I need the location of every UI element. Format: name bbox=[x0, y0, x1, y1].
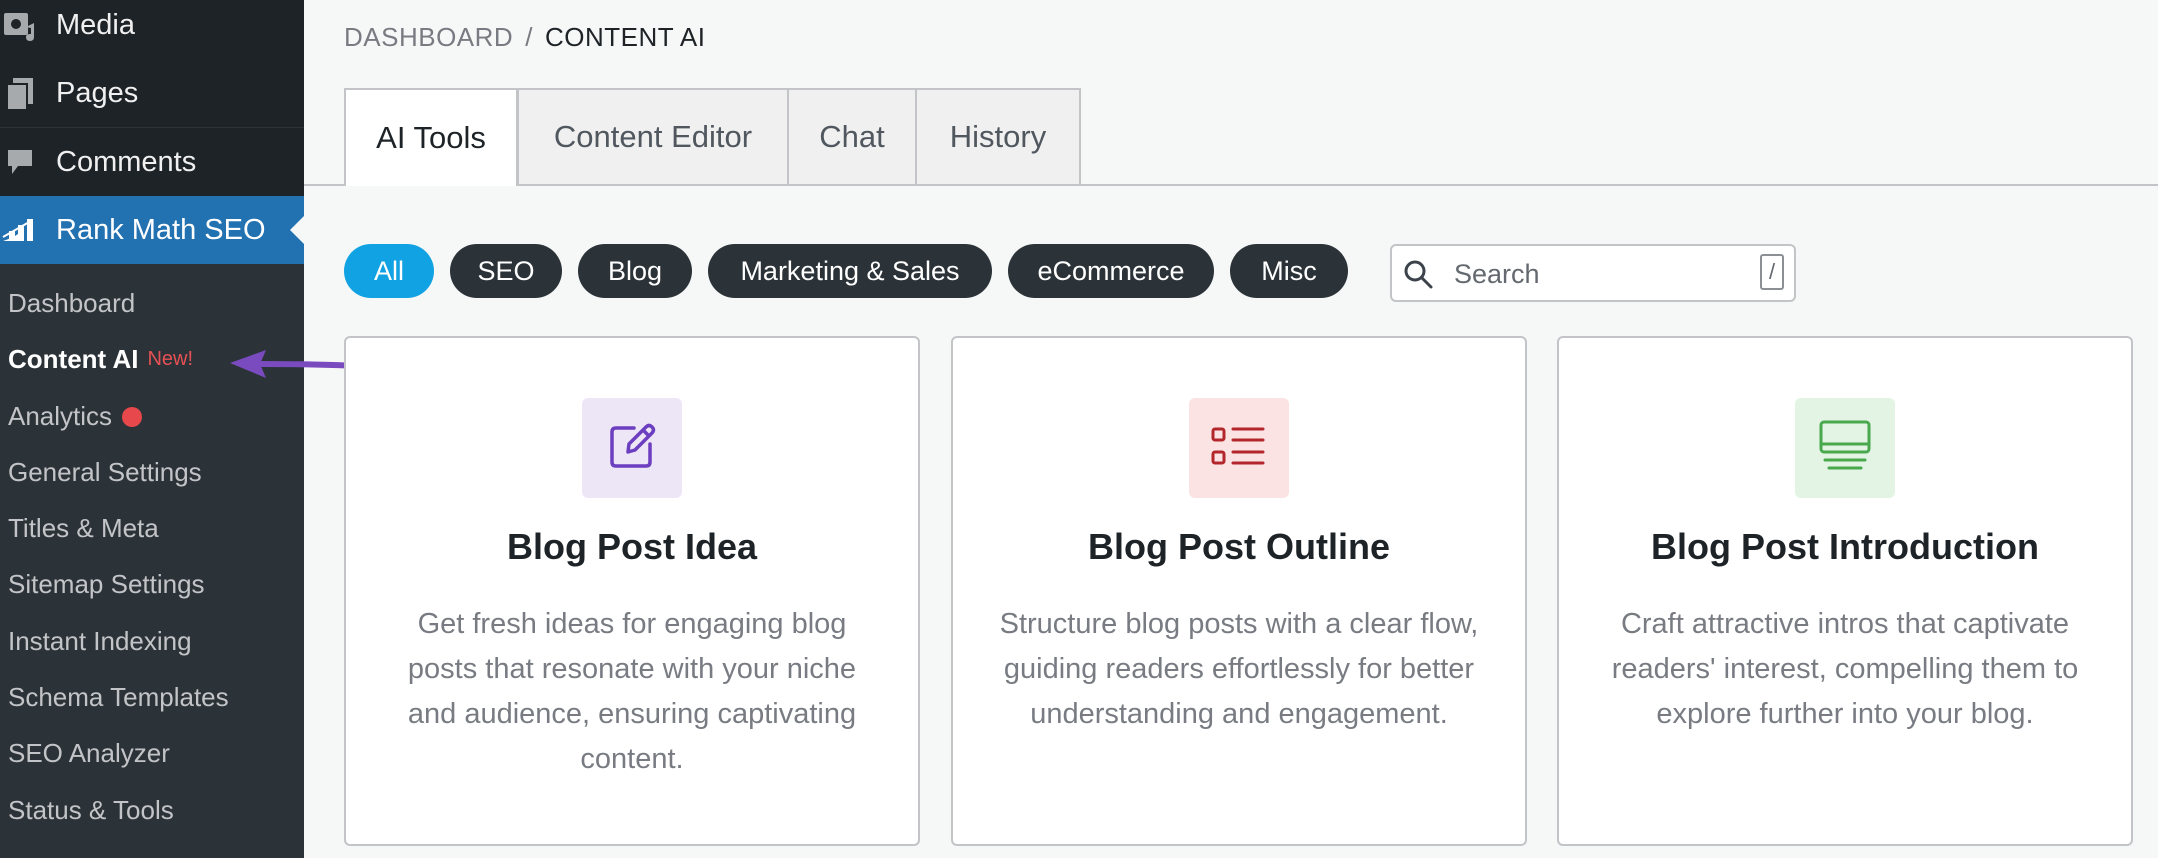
tab-ai-tools[interactable]: AI Tools bbox=[344, 88, 518, 186]
menu-item-rank-math-seo[interactable]: Rank Math SEO bbox=[0, 196, 304, 264]
tool-card-blog-post-outline[interactable]: Blog Post Outline Structure blog posts w… bbox=[951, 336, 1527, 846]
menu-item-media[interactable]: Media bbox=[0, 0, 304, 59]
submenu-label: General Settings bbox=[8, 457, 202, 487]
submenu-label: Instant Indexing bbox=[8, 626, 192, 656]
filter-misc[interactable]: Misc bbox=[1230, 244, 1348, 298]
filter-label: eCommerce bbox=[1037, 255, 1185, 286]
filter-label: Misc bbox=[1261, 255, 1317, 286]
submenu-item-status-tools[interactable]: Status & Tools bbox=[8, 795, 174, 826]
tab-content-editor[interactable]: Content Editor bbox=[517, 88, 789, 184]
search-input[interactable] bbox=[1452, 254, 1736, 294]
filter-label: SEO bbox=[477, 255, 535, 286]
filter-marketing-sales[interactable]: Marketing & Sales bbox=[708, 244, 992, 298]
new-badge: New! bbox=[147, 348, 194, 370]
submenu-label: Status & Tools bbox=[8, 795, 174, 825]
submenu-item-titles-meta[interactable]: Titles & Meta bbox=[8, 513, 159, 544]
search-shortcut-key: / bbox=[1760, 254, 1784, 290]
menu-label-comments: Comments bbox=[56, 145, 197, 178]
submenu-label: SEO Analyzer bbox=[8, 738, 170, 768]
breadcrumb: DASHBOARD / CONTENT AI bbox=[344, 22, 705, 53]
tab-label: AI Tools bbox=[376, 120, 486, 155]
card-title: Blog Post Idea bbox=[506, 526, 758, 567]
filter-ecommerce[interactable]: eCommerce bbox=[1008, 244, 1214, 298]
tab-chat[interactable]: Chat bbox=[787, 88, 917, 184]
submenu-item-dashboard[interactable]: Dashboard bbox=[8, 288, 135, 319]
breadcrumb-current: CONTENT AI bbox=[544, 22, 706, 52]
search-box: / bbox=[1390, 244, 1796, 302]
screen-icon bbox=[1815, 416, 1875, 481]
card-title: Blog Post Introduction bbox=[1651, 526, 2039, 567]
card-description: Get fresh ideas for engaging blog posts … bbox=[407, 608, 857, 775]
filter-blog[interactable]: Blog bbox=[578, 244, 692, 298]
submenu-item-schema-templates[interactable]: Schema Templates bbox=[8, 682, 229, 713]
card-title: Blog Post Outline bbox=[1088, 526, 1390, 567]
main-content: DASHBOARD / CONTENT AI AI Tools Content Ed… bbox=[304, 0, 2158, 858]
tab-label: History bbox=[949, 119, 1047, 154]
filter-all[interactable]: All bbox=[344, 244, 434, 298]
card-icon-tile bbox=[1795, 398, 1895, 498]
submenu-label: Dashboard bbox=[8, 288, 136, 318]
filter-seo[interactable]: SEO bbox=[450, 244, 562, 298]
menu-label-pages: Pages bbox=[56, 76, 139, 109]
tool-card-blog-post-idea[interactable]: Blog Post Idea Get fresh ideas for engag… bbox=[344, 336, 920, 846]
menu-item-comments[interactable]: Comments bbox=[0, 128, 304, 196]
filter-label: All bbox=[373, 255, 404, 286]
card-description: Structure blog posts with a clear flow, … bbox=[999, 608, 1479, 730]
submenu-item-sitemap-settings[interactable]: Sitemap Settings bbox=[8, 569, 205, 600]
card-icon-tile bbox=[582, 398, 682, 498]
edit-icon bbox=[604, 418, 660, 479]
admin-sidebar: Media Pages Comments Rank Math SEO Dashb… bbox=[0, 0, 304, 858]
submenu-item-content-ai[interactable]: Content AI New! bbox=[8, 344, 193, 375]
card-icon-tile bbox=[1189, 398, 1289, 498]
card-description: Craft attractive intros that captivate r… bbox=[1611, 608, 2079, 730]
tool-card-blog-post-introduction[interactable]: Blog Post Introduction Craft attractive … bbox=[1557, 336, 2133, 846]
menu-item-pages[interactable]: Pages bbox=[0, 59, 304, 127]
tabs-divider bbox=[304, 184, 2158, 186]
submenu-label: Analytics bbox=[8, 401, 113, 431]
submenu-label: Content AI bbox=[8, 344, 139, 374]
submenu-item-seo-analyzer[interactable]: SEO Analyzer bbox=[8, 738, 170, 769]
list-icon bbox=[1209, 421, 1269, 476]
pages-icon bbox=[0, 73, 40, 113]
submenu-item-general-settings[interactable]: General Settings bbox=[8, 457, 202, 488]
submenu-label: Schema Templates bbox=[8, 682, 229, 712]
filter-label: Marketing & Sales bbox=[740, 255, 960, 286]
submenu-label: Titles & Meta bbox=[8, 513, 159, 543]
breadcrumb-parent[interactable]: DASHBOARD bbox=[344, 22, 513, 52]
search-icon bbox=[1402, 258, 1434, 295]
submenu-item-analytics[interactable]: Analytics bbox=[8, 401, 143, 432]
media-icon bbox=[0, 5, 40, 45]
comments-icon bbox=[0, 142, 40, 182]
tab-history[interactable]: History bbox=[915, 88, 1081, 184]
filter-label: Blog bbox=[607, 255, 663, 286]
rank-math-icon bbox=[0, 210, 40, 250]
menu-label-rank-math-seo: Rank Math SEO bbox=[56, 213, 266, 246]
tab-label: Content Editor bbox=[553, 119, 753, 154]
tab-label: Chat bbox=[819, 119, 885, 154]
submenu-item-instant-indexing[interactable]: Instant Indexing bbox=[8, 626, 192, 657]
submenu-label: Sitemap Settings bbox=[8, 569, 205, 599]
notification-dot bbox=[122, 406, 143, 427]
menu-label-media: Media bbox=[56, 8, 135, 41]
breadcrumb-separator: / bbox=[525, 22, 533, 52]
